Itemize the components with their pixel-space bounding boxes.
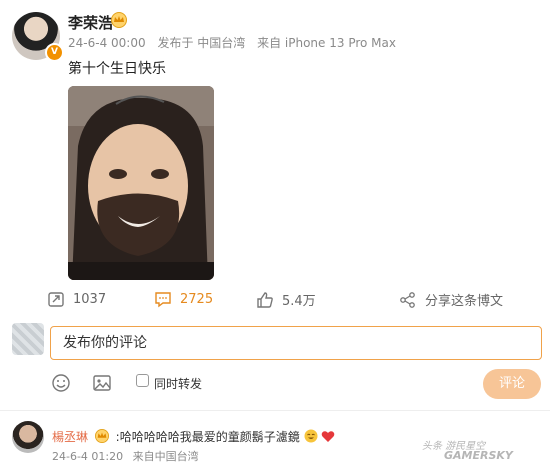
reply-text: :哈哈哈哈哈我最爱的童颜鬍子濾鏡 [115,430,300,444]
post-photo[interactable] [68,86,214,280]
like-action[interactable]: 5.4万 [256,290,316,309]
author-name[interactable]: 李荣浩 [68,12,113,33]
post-location: 发布于 中国台湾 [157,36,246,50]
divider [0,410,550,411]
laughing-emoji-icon [304,429,318,443]
repost-count: 1037 [73,291,107,307]
reply-line: 楊丞琳 :哈哈哈哈哈我最爱的童颜鬍子濾鏡 [52,428,335,445]
post-date[interactable]: 24-6-4 00:00 [68,36,146,50]
watermark-line2: GAMERSKY [444,449,513,462]
like-count: 5.4万 [282,294,316,309]
post-meta: 24-6-4 00:00 发布于 中国台湾 来自 iPhone 13 Pro M… [68,34,404,51]
post-text: 第十个生日快乐 [68,61,166,77]
image-icon[interactable] [92,373,112,393]
repost-checkbox[interactable] [136,374,149,387]
reply-avatar[interactable] [12,421,44,453]
reply-meta: 24-6-4 01:20 来自中国台湾 [52,448,205,464]
emoji-icon[interactable] [51,373,71,393]
reply-author[interactable]: 楊丞琳 [52,430,88,444]
reply-date: 24-6-4 01:20 [52,450,124,463]
share-icon [400,291,415,308]
repost-icon [48,292,64,307]
verified-badge-icon: V [45,43,64,62]
repost-checkbox-label[interactable]: 同时转发 [154,375,202,392]
share-label: 分享这条博文 [425,294,504,309]
heart-icon [322,431,335,442]
current-user-avatar [12,323,44,355]
reply-location: 来自中国台湾 [132,450,199,463]
vip-crown-icon [111,12,127,28]
repost-action[interactable]: 1037 [47,290,106,308]
comment-count: 2725 [180,291,214,307]
comment-submit-button[interactable]: 评论 [483,369,541,399]
comment-input-box[interactable] [50,326,542,360]
photo-content [68,86,214,280]
share-action[interactable]: 分享这条博文 [399,290,503,309]
comment-action[interactable]: 2725 [154,290,213,308]
comment-input[interactable] [51,327,541,359]
vip-crown-icon [94,429,109,443]
thumbs-up-icon [257,291,273,308]
comment-icon [155,292,171,308]
post-device: 来自 iPhone 13 Pro Max [257,36,396,50]
